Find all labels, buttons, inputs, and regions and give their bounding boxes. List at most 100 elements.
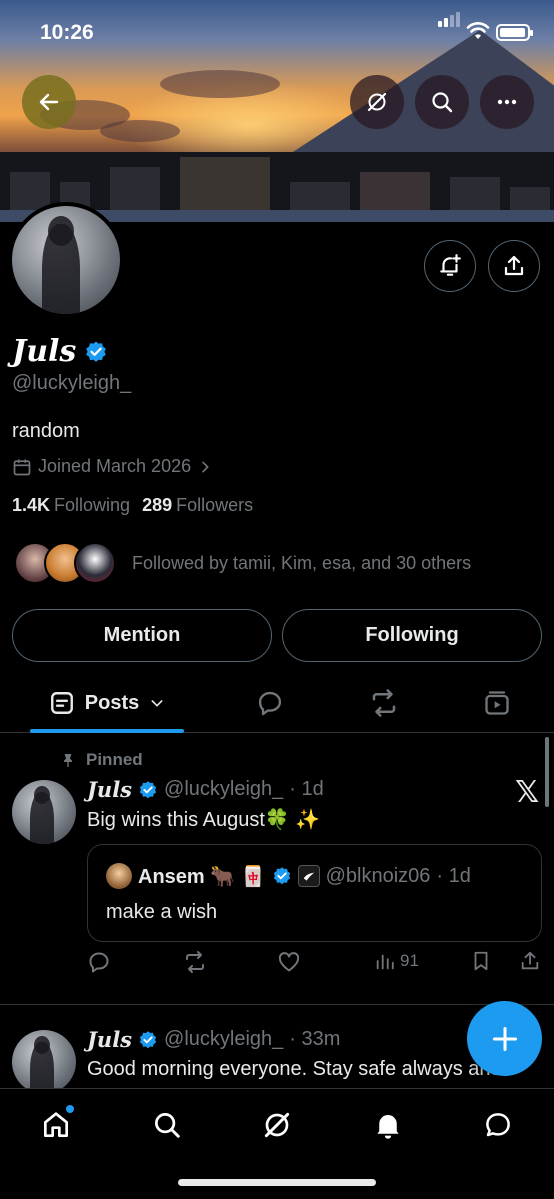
repost-icon [186, 951, 204, 973]
reply-icon [89, 952, 109, 973]
followers-stat[interactable]: 289 Followers [142, 495, 253, 516]
messages-icon [486, 1113, 510, 1137]
post-author-avatar[interactable] [12, 1030, 76, 1094]
verified-badge-icon [273, 867, 290, 885]
followed-by-text: Followed by tamii, Kim, esa, and 30 othe… [132, 552, 472, 573]
like-icon [278, 952, 300, 972]
pinned-text: Pinned [86, 750, 143, 769]
posts-icon [50, 692, 73, 714]
quoted-post[interactable]: Ansem 🐂 🀄 @blknoiz06 · 1d make a wish [87, 844, 542, 942]
notification-dot [66, 1105, 74, 1113]
profile-bio: random [12, 420, 80, 442]
post-author-name[interactable]: Juls [87, 1027, 132, 1052]
back-button[interactable] [22, 75, 76, 129]
views-button[interactable]: 91 [374, 950, 419, 972]
following-button[interactable]: Following [282, 609, 542, 662]
bell-icon [377, 1115, 399, 1139]
profile-display-name: Juls [12, 334, 108, 369]
tab-posts[interactable]: Posts [30, 674, 184, 733]
mention-button[interactable]: Mention [12, 609, 272, 662]
following-count: 1.4K [12, 495, 51, 515]
post-author-avatar[interactable] [12, 780, 76, 844]
follow-stats: 1.4K Following 289 Followers [12, 495, 253, 516]
avatar-silhouette-body [42, 224, 80, 314]
chevron-right-icon [202, 461, 209, 472]
grok-button[interactable] [350, 75, 404, 129]
wifi-icon [466, 22, 490, 39]
quoted-author-name: Ansem 🐂 🀄 [138, 865, 266, 888]
profile-avatar[interactable] [8, 202, 124, 318]
affiliate-badge-icon [297, 865, 320, 887]
post-author-handle[interactable]: @luckyleigh_ [164, 778, 283, 801]
back-arrow-icon [39, 93, 59, 111]
post-author-handle[interactable]: @luckyleigh_ [164, 1028, 283, 1051]
calendar-icon [13, 459, 31, 475]
grok-icon [264, 1112, 290, 1138]
active-tab-indicator [30, 729, 184, 733]
views-count: 91 [400, 951, 419, 970]
verified-badge-icon [139, 780, 157, 798]
compose-plus-icon [492, 1026, 517, 1051]
followed-by-row[interactable]: Followed by tamii, Kim, esa, and 30 othe… [14, 542, 471, 584]
tab-media[interactable] [467, 674, 527, 732]
share-icon [521, 951, 539, 970]
pin-icon [64, 754, 72, 768]
scrollbar[interactable] [545, 737, 549, 807]
profile-handle: @luckyleigh_ [12, 372, 132, 394]
grok-icon [367, 92, 387, 112]
notification-add-icon [440, 254, 461, 276]
verified-badge-icon [139, 1030, 157, 1048]
media-icon [485, 691, 509, 715]
like-button[interactable] [277, 950, 301, 974]
nav-notifications[interactable] [368, 1105, 408, 1145]
bookmark-button[interactable] [470, 950, 492, 972]
post-header: Juls @luckyleigh_ · 1d [87, 777, 324, 802]
more-icon [497, 99, 517, 105]
battery-icon [496, 24, 533, 41]
tab-posts-label: Posts [84, 691, 140, 714]
followers-count: 289 [142, 495, 173, 515]
home-icon [44, 1112, 68, 1137]
quoted-author-handle: @blknoiz06 [325, 864, 431, 887]
followers-label: Followers [176, 495, 254, 515]
nav-search[interactable] [147, 1105, 187, 1145]
search-button[interactable] [415, 75, 469, 129]
share-post-button[interactable] [519, 950, 541, 972]
banner-cloud [100, 120, 180, 142]
nav-home[interactable] [36, 1105, 76, 1145]
quoted-post-time: · 1d [436, 864, 471, 887]
share-profile-button[interactable] [488, 240, 540, 292]
notifications-button[interactable] [424, 240, 476, 292]
following-label: Following [54, 495, 131, 515]
post-time: · 33m [289, 1028, 341, 1050]
tab-reposts[interactable] [354, 674, 414, 732]
share-icon [504, 255, 524, 276]
reply-icon [258, 691, 282, 716]
post-author-name[interactable]: Juls [87, 777, 132, 802]
repost-button[interactable] [183, 950, 207, 974]
profile-tabs: Posts [0, 674, 554, 733]
search-icon [155, 1113, 180, 1138]
more-button[interactable] [480, 75, 534, 129]
nav-messages[interactable] [478, 1105, 518, 1145]
chevron-down-icon [151, 700, 163, 707]
reply-button[interactable] [87, 950, 111, 974]
post-divider [0, 1004, 554, 1005]
compose-post-button[interactable] [467, 1001, 542, 1076]
post-actions: 91 [87, 950, 545, 984]
joined-date[interactable]: Joined March 2026 [12, 456, 213, 477]
home-indicator[interactable] [178, 1179, 376, 1186]
tab-replies[interactable] [240, 674, 300, 732]
verified-badge-icon[interactable] [84, 340, 108, 364]
repost-icon [372, 689, 396, 717]
avatar [106, 863, 132, 889]
post-time: · 1d [289, 778, 324, 800]
post-header: Juls @luckyleigh_ · 33m [87, 1027, 340, 1052]
pinned-label: Pinned [60, 750, 143, 770]
post-text: Big wins this August🍀 ✨ [87, 809, 321, 831]
status-bar: 10:26 [0, 0, 554, 64]
nav-grok[interactable] [257, 1105, 297, 1145]
display-name-text: Juls [12, 334, 77, 369]
post-text: Good morning everyone. Stay safe always … [87, 1058, 502, 1080]
following-stat[interactable]: 1.4K Following [12, 495, 130, 516]
